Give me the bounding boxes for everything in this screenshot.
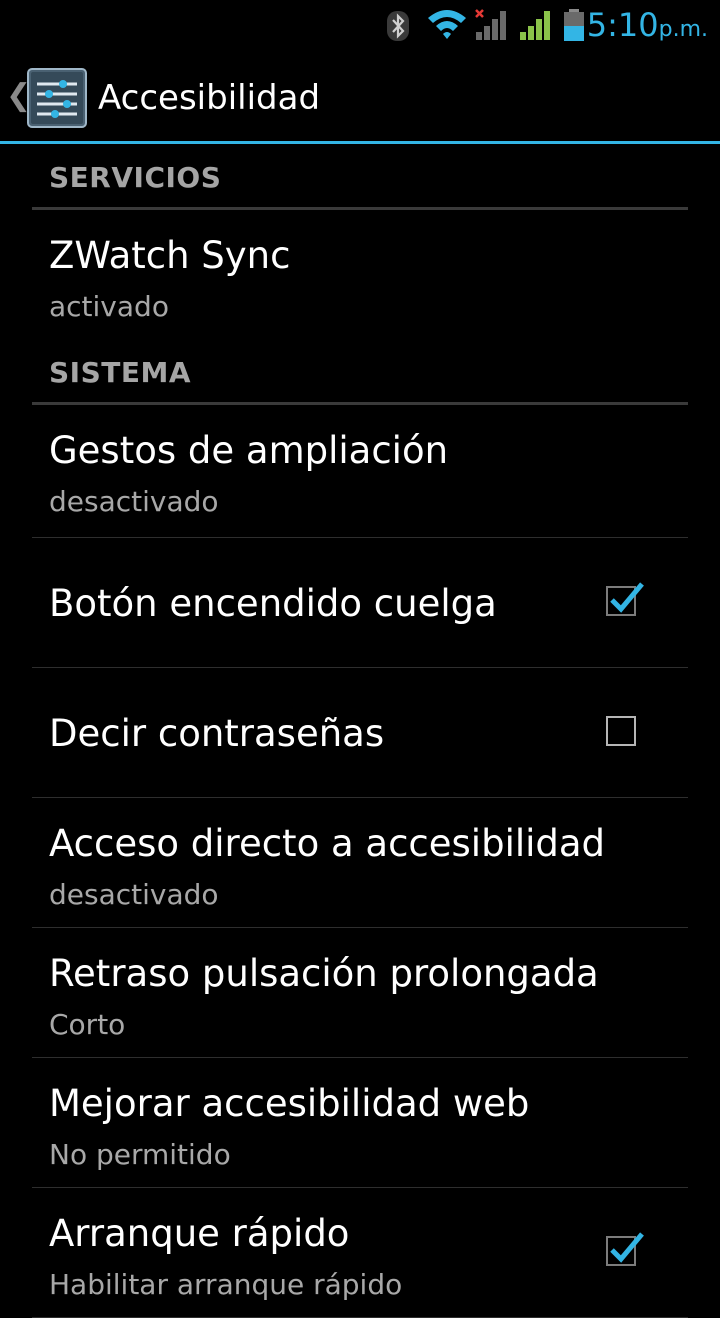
status-bar: 5:10p.m. (0, 0, 720, 50)
preference-list[interactable]: SERVICIOS ZWatch Sync activado SISTEMA G… (0, 147, 720, 1318)
action-bar: ❮ Accesibilidad (0, 50, 720, 144)
pref-summary: desactivado (49, 485, 219, 518)
checkmark-icon (610, 582, 644, 613)
pref-title: Gestos de ampliación (49, 429, 449, 472)
pref-title: Botón encendido cuelga (49, 582, 497, 625)
section-header-label: SERVICIOS (49, 161, 222, 194)
pref-summary: activado (49, 290, 169, 323)
pref-speak-passwords[interactable]: Decir contraseñas (32, 668, 688, 798)
pref-magnification-gestures[interactable]: Gestos de ampliación desactivado (32, 405, 688, 538)
pref-title: Mejorar accesibilidad web (49, 1082, 530, 1125)
bluetooth-icon (386, 10, 410, 46)
pref-summary: No permitido (49, 1138, 231, 1171)
pref-title: Arranque rápido (49, 1212, 350, 1255)
pref-title: Acceso directo a accesibilidad (49, 822, 606, 865)
wifi-icon (426, 8, 468, 44)
pref-summary: Corto (49, 1008, 126, 1041)
checkbox-checked[interactable] (606, 1232, 644, 1266)
pref-long-press-delay[interactable]: Retraso pulsación prolongada Corto (32, 928, 688, 1058)
status-time-ampm: p.m. (658, 17, 708, 42)
pref-title: ZWatch Sync (49, 234, 291, 277)
pref-fast-boot[interactable]: Arranque rápido Habilitar arranque rápid… (32, 1188, 688, 1318)
checkbox-checked[interactable] (606, 582, 644, 616)
status-time-value: 5:10 (586, 6, 659, 44)
pref-title: Retraso pulsación prolongada (49, 952, 599, 995)
battery-icon (562, 8, 586, 46)
checkbox-unchecked[interactable] (606, 716, 636, 746)
pref-web-accessibility[interactable]: Mejorar accesibilidad web No permitido (32, 1058, 688, 1188)
section-header-sistema: SISTEMA (32, 342, 688, 405)
status-time: 5:10p.m. (587, 4, 708, 51)
pref-title: Decir contraseñas (49, 712, 385, 755)
signal-icon (518, 8, 554, 46)
signal-no-service-icon (474, 8, 512, 46)
pref-summary: desactivado (49, 878, 219, 911)
pref-accessibility-shortcut[interactable]: Acceso directo a accesibilidad desactiva… (32, 798, 688, 928)
section-header-servicios: SERVICIOS (32, 147, 688, 210)
pref-power-button-ends-call[interactable]: Botón encendido cuelga (32, 538, 688, 668)
page-title: Accesibilidad (98, 78, 321, 118)
pref-zwatch-sync[interactable]: ZWatch Sync activado (32, 210, 688, 342)
accessibility-settings-icon[interactable] (27, 68, 87, 132)
checkmark-icon (610, 1232, 644, 1263)
pref-summary: Habilitar arranque rápido (49, 1268, 403, 1301)
section-header-label: SISTEMA (49, 356, 192, 389)
